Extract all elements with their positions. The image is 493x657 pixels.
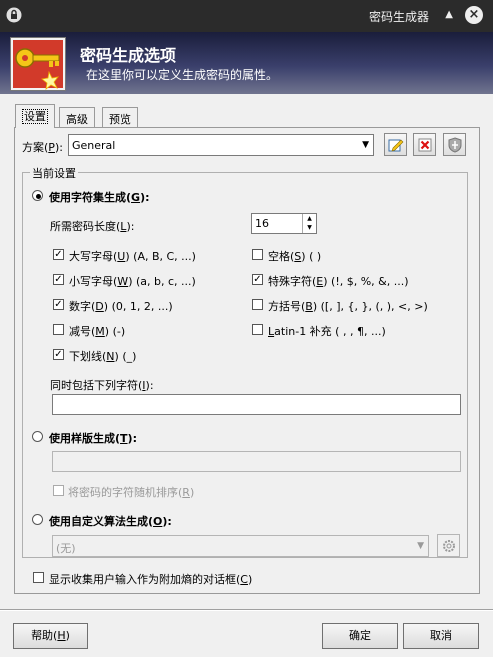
special-label: 特殊字符(E) (!, $, %, &, ...) [268, 275, 409, 288]
space-checkbox[interactable] [252, 249, 263, 260]
space-label: 空格(S) ( ) [268, 250, 322, 263]
charset-label: 使用字符集生成(G): [49, 191, 150, 204]
spinner-arrows-icon[interactable]: ▲ ▼ [302, 214, 316, 233]
cancel-button[interactable]: 取消 [403, 623, 479, 649]
lock-icon [6, 7, 22, 23]
radio-charset[interactable] [32, 190, 43, 201]
minus-label: 减号(M) (-) [69, 325, 126, 338]
shuffle-label: 将密码的字符随机排序(R) [68, 486, 195, 499]
pattern-input[interactable] [52, 451, 461, 472]
banner-title: 密码生成选项 [80, 46, 177, 65]
underscore-label: 下划线(N) (_) [69, 350, 137, 363]
underscore-checkbox[interactable]: ✓ [53, 349, 64, 360]
radio-custom[interactable] [32, 514, 43, 525]
shield-icon [448, 136, 461, 153]
ok-button[interactable]: 确定 [322, 623, 398, 649]
entropy-dialog-label: 显示收集用户输入作为附加熵的对话框(C) [49, 573, 253, 586]
lowercase-checkbox[interactable]: ✓ [53, 274, 64, 285]
key-logo-icon [10, 37, 66, 91]
latin1-label: Latin-1 补充 ( , , ¶, ...) [268, 325, 386, 338]
delete-icon [418, 138, 431, 151]
minus-checkbox[interactable] [53, 324, 64, 335]
custom-select[interactable]: (无) ▼ [52, 535, 429, 557]
lowercase-label: 小写字母(W) (a, b, c, ...) [69, 275, 196, 288]
length-label: 所需密码长度(L): [50, 220, 135, 233]
latin1-checkbox[interactable] [252, 324, 263, 335]
uppercase-checkbox[interactable]: ✓ [53, 249, 64, 260]
banner: 密码生成选项 在这里你可以定义生成密码的属性。 [0, 32, 493, 94]
tab-advanced[interactable]: 高级 [59, 107, 95, 127]
shuffle-checkbox[interactable] [53, 485, 64, 496]
current-settings-legend: 当前设置 [30, 165, 78, 181]
footer-divider [0, 609, 493, 611]
digits-checkbox[interactable]: ✓ [53, 299, 64, 310]
scheme-label: 方案(P): [22, 141, 63, 154]
window-title: 密码生成器 [368, 10, 429, 24]
close-button[interactable]: × [465, 6, 483, 24]
entropy-dialog-checkbox[interactable] [33, 572, 44, 583]
length-spinner[interactable]: 16 ▲ ▼ [251, 213, 317, 234]
custom-settings-button[interactable] [437, 534, 460, 557]
pattern-label: 使用样版生成(T): [49, 432, 137, 445]
include-label: 同时包括下列字符(I): [50, 379, 154, 392]
chevron-down-icon: ▼ [362, 140, 369, 150]
gear-icon [442, 539, 455, 552]
tab-settings[interactable]: 设置 [15, 104, 55, 128]
banner-subtitle: 在这里你可以定义生成密码的属性。 [86, 68, 279, 82]
edit-scheme-button[interactable] [384, 133, 407, 156]
title-bar: 密码生成器 ▲ × [0, 0, 493, 32]
custom-label: 使用自定义算法生成(O): [49, 515, 172, 528]
uppercase-label: 大写字母(U) (A, B, C, ...) [69, 250, 196, 263]
include-input[interactable] [52, 394, 461, 415]
radio-pattern[interactable] [32, 431, 43, 442]
special-checkbox[interactable]: ✓ [252, 274, 263, 285]
chevron-down-icon: ▼ [417, 541, 424, 551]
maximize-icon[interactable]: ▲ [445, 9, 453, 20]
help-button[interactable]: 帮助(H) [13, 623, 88, 649]
delete-scheme-button[interactable] [413, 133, 436, 156]
edit-icon [388, 139, 403, 151]
brackets-label: 方括号(B) ([, ], {, }, (, ), <, >) [268, 300, 428, 313]
security-button[interactable] [443, 133, 466, 156]
tab-preview[interactable]: 预览 [102, 107, 138, 127]
brackets-checkbox[interactable] [252, 299, 263, 310]
scheme-select[interactable]: General ▼ [68, 134, 374, 156]
digits-label: 数字(D) (0, 1, 2, ...) [69, 300, 173, 313]
